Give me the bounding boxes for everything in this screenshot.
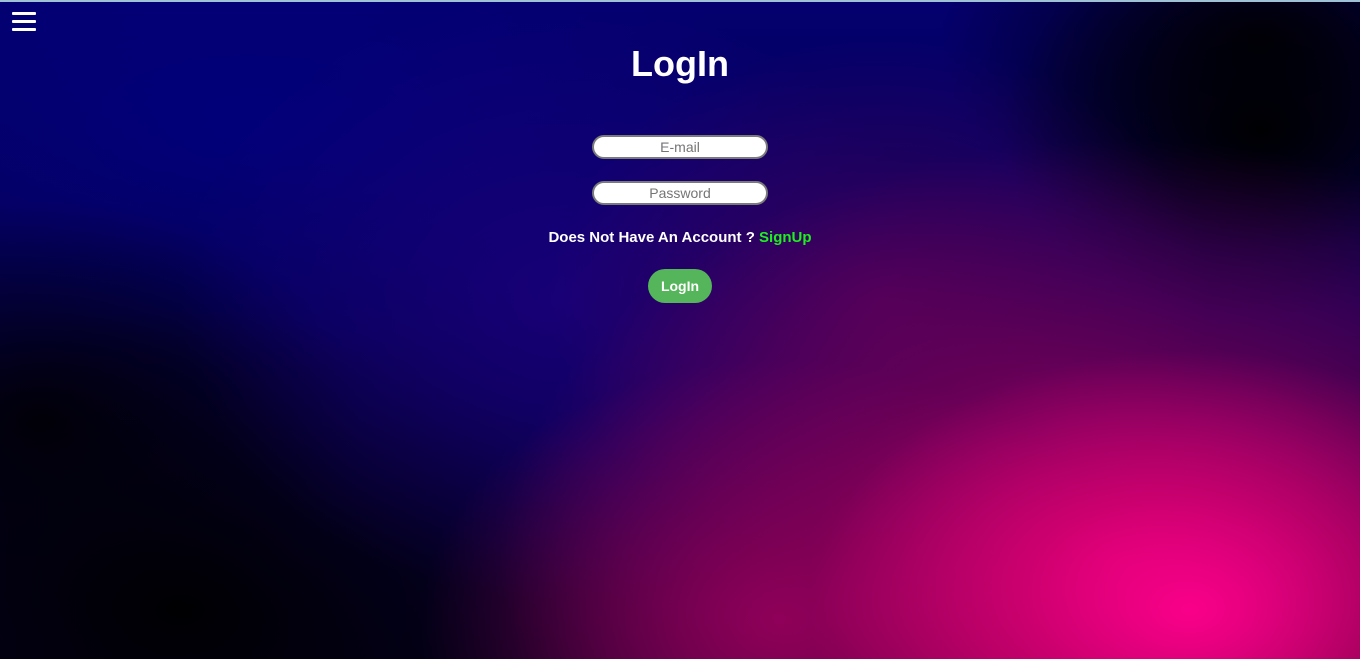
hamburger-menu-icon[interactable] xyxy=(12,9,36,35)
menu-bar xyxy=(12,12,36,15)
password-field[interactable] xyxy=(592,181,768,205)
email-field[interactable] xyxy=(592,135,768,159)
menu-bar xyxy=(12,20,36,23)
no-account-text: Does Not Have An Account ? xyxy=(548,229,755,246)
signup-link[interactable]: SignUp xyxy=(759,229,812,246)
signup-prompt: Does Not Have An Account ? SignUp xyxy=(0,228,1360,248)
page-title: LogIn xyxy=(631,43,729,84)
top-border-line xyxy=(0,0,1360,2)
login-button[interactable]: LogIn xyxy=(648,269,712,303)
menu-bar xyxy=(12,28,36,31)
